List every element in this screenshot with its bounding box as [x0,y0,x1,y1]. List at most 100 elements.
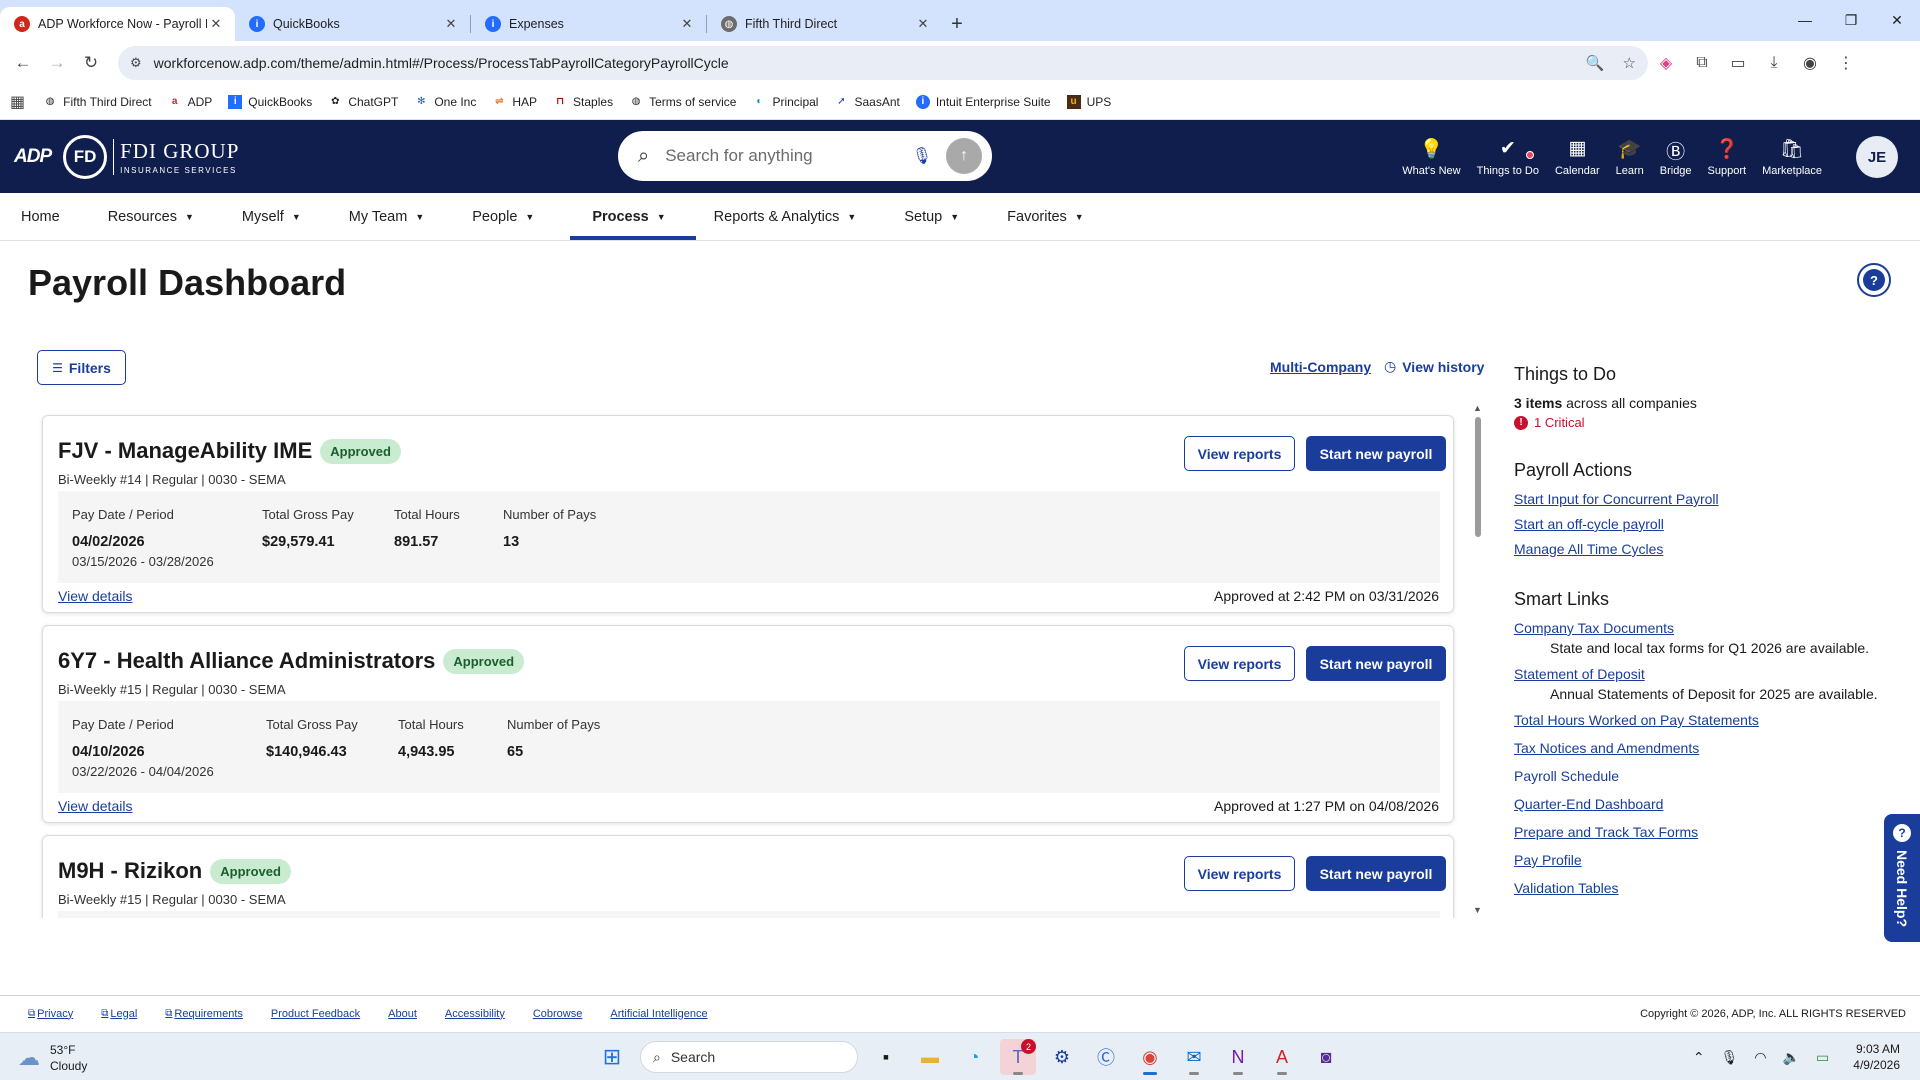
filters-button[interactable]: ☰ Filters [37,350,126,385]
manage-time-cycles-link[interactable]: Manage All Time Cycles [1514,541,1914,557]
speaker-icon[interactable]: 🔈 [1783,1049,1800,1066]
marketplace-button[interactable]: 🛍 Marketplace [1754,137,1830,177]
edge-icon[interactable]: ◔ [956,1039,992,1075]
site-info-icon[interactable]: ⚙ [130,55,142,71]
outlook-icon[interactable]: ✉ [1176,1039,1212,1075]
statement-of-deposit-link[interactable]: Statement of Deposit [1514,666,1914,682]
purple-app-icon[interactable]: ◙ [1308,1039,1344,1075]
nav-setup[interactable]: Setup ▼ [904,193,977,240]
view-history-link[interactable]: ◷ View history [1384,358,1484,375]
extension-icon[interactable]: ◈ [1648,48,1684,78]
bookmark-principal[interactable]: ◐ Principal [752,95,818,109]
bookmark-quickbooks[interactable]: i QuickBooks [228,94,312,109]
payroll-schedule-link[interactable]: Payroll Schedule [1514,768,1914,784]
zoom-icon[interactable]: 🔍 [1586,54,1605,72]
reload-icon[interactable]: ↻ [76,48,106,78]
footer-cobrowse-link[interactable]: Cobrowse [533,1008,583,1020]
forward-arrow-icon[interactable]: → [42,48,72,78]
close-icon[interactable]: ✕ [207,16,225,32]
view-reports-button[interactable]: View reports [1184,856,1295,891]
cards-scrollbar[interactable]: ▲ ▼ [1472,403,1484,915]
critical-items-link[interactable]: ! 1 Critical [1514,415,1914,430]
view-reports-button[interactable]: View reports [1184,646,1295,681]
company-tax-documents-link[interactable]: Company Tax Documents [1514,620,1914,636]
wifi-icon[interactable]: ◠ [1754,1049,1766,1066]
bridge-button[interactable]: Ⓑ Bridge [1652,137,1700,177]
need-help-tab[interactable]: ? Need Help? [1884,814,1920,942]
nav-resources[interactable]: Resources ▼ [108,193,212,240]
bookmark-adp[interactable]: a ADP [168,95,212,109]
close-icon[interactable]: ✕ [678,16,696,32]
nav-my-team[interactable]: My Team ▼ [349,193,442,240]
learn-button[interactable]: 🎓 Learn [1608,137,1652,177]
payroll-cards-list[interactable]: FJV - ManageAbility IME Approved Bi-Week… [37,405,1462,918]
microphone-icon[interactable]: 🎙 [912,146,932,166]
bookmark-ups[interactable]: u UPS [1066,94,1111,109]
onenote-icon[interactable]: N [1220,1039,1256,1075]
submit-search-button[interactable]: ↑ [946,138,982,174]
file-explorer-icon[interactable]: ▬ [912,1039,948,1075]
close-window-icon[interactable]: ✕ [1874,0,1920,40]
back-arrow-icon[interactable]: ← [8,48,38,78]
nav-process[interactable]: Process ▼ [570,193,697,240]
profile-icon[interactable]: ◉ [1792,48,1828,78]
things-to-do-button[interactable]: ✔ Things to Do [1469,137,1547,177]
bookmark-terms[interactable]: ◍ Terms of service [629,95,737,109]
start-input-concurrent-link[interactable]: Start Input for Concurrent Payroll [1514,491,1914,507]
close-icon[interactable]: ✕ [442,16,460,32]
tab-search-icon[interactable]: ▭ [1720,48,1756,78]
bookmark-staples[interactable]: ⊓ Staples [553,95,613,109]
footer-privacy-link[interactable]: ⧉ Privacy [28,1008,73,1020]
nav-myself[interactable]: Myself ▼ [242,193,319,240]
puzzle-icon[interactable]: ⧉ [1684,48,1720,78]
bookmark-fifth-third[interactable]: ◍ Fifth Third Direct [43,95,152,109]
start-new-payroll-button[interactable]: Start new payroll [1306,646,1446,681]
menu-dots-icon[interactable]: ⋮ [1828,48,1864,78]
address-bar[interactable]: ⚙ workforcenow.adp.com/theme/admin.html#… [118,45,1648,80]
bookmark-chatgpt[interactable]: ✿ ChatGPT [328,95,398,109]
avatar[interactable]: JE [1856,136,1898,178]
footer-about-link[interactable]: About [388,1008,417,1020]
footer-legal-link[interactable]: ⧉ Legal [101,1008,137,1020]
c-app-icon[interactable]: Ⓒ [1088,1039,1124,1075]
validation-tables-link[interactable]: Validation Tables [1514,880,1914,896]
start-off-cycle-link[interactable]: Start an off-cycle payroll [1514,516,1914,532]
bookmark-saasant[interactable]: ➚ SaasAnt [834,95,900,109]
download-icon[interactable]: ⤓ [1756,48,1792,78]
bookmark-hap[interactable]: ⇌ HAP [492,95,537,109]
nav-favorites[interactable]: Favorites ▼ [1007,193,1102,240]
tab-fifth-third[interactable]: ◍ Fifth Third Direct ✕ [707,7,942,41]
company-logo[interactable]: ADP FD FDI GROUP INSURANCE SERVICES [14,134,239,179]
view-details-link[interactable]: View details [58,588,132,604]
scrollbar-thumb[interactable] [1475,417,1481,537]
task-view-icon[interactable]: ▪ [868,1039,904,1075]
network-app-icon[interactable]: ⚙ [1044,1039,1080,1075]
view-details-link[interactable]: View details [58,798,132,814]
footer-ai-link[interactable]: Artificial Intelligence [610,1008,707,1020]
star-icon[interactable]: ☆ [1623,54,1636,72]
page-help-button[interactable]: ? [1857,263,1891,297]
scroll-down-arrow-icon[interactable]: ▼ [1473,905,1482,915]
bookmark-intuit-enterprise[interactable]: i Intuit Enterprise Suite [915,94,1051,109]
apps-grid-icon[interactable]: ▦ [10,92,25,112]
view-reports-button[interactable]: View reports [1184,436,1295,471]
search-input[interactable] [665,146,912,166]
windows-start-icon[interactable]: ⊞ [594,1039,630,1075]
footer-product-feedback-link[interactable]: Product Feedback [271,1008,360,1020]
quarter-end-dashboard-link[interactable]: Quarter-End Dashboard [1514,796,1914,812]
tab-adp-payroll[interactable]: a ADP Workforce Now - Payroll D ✕ [0,7,235,41]
tab-expenses[interactable]: i Expenses ✕ [471,7,706,41]
support-button[interactable]: ❓ Support [1700,137,1755,177]
nav-reports-analytics[interactable]: Reports & Analytics ▼ [714,193,875,240]
pay-profile-link[interactable]: Pay Profile [1514,852,1914,868]
teams-icon[interactable]: T2 [1000,1039,1036,1075]
tax-notices-link[interactable]: Tax Notices and Amendments [1514,740,1914,756]
clock[interactable]: 9:03 AM 4/9/2026 [1853,1041,1900,1073]
tab-quickbooks[interactable]: i QuickBooks ✕ [235,7,470,41]
multi-company-link[interactable]: Multi-Company [1270,359,1371,375]
chevron-up-icon[interactable]: ⌃ [1693,1049,1705,1066]
microphone-icon[interactable]: 🎙 [1721,1049,1739,1066]
weather-widget[interactable]: ☁ 53°F Cloudy [18,1042,87,1074]
nav-people[interactable]: People ▼ [472,193,552,240]
close-icon[interactable]: ✕ [914,16,932,32]
